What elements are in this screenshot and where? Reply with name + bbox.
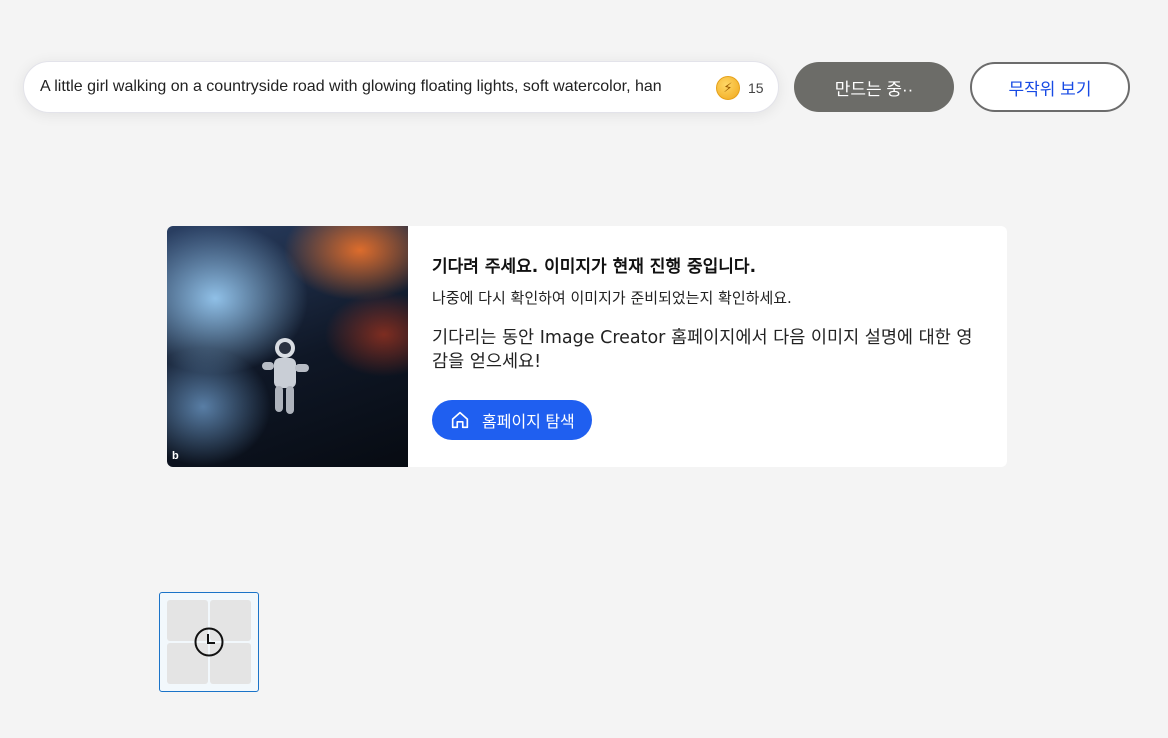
prompt-input[interactable] <box>40 62 680 112</box>
explore-button-label: 홈페이지 탐색 <box>482 414 575 431</box>
bing-watermark: b <box>172 450 179 462</box>
progress-card: b 기다려 주세요. 이미지가 현재 진행 중입니다. 나중에 다시 확인하여 … <box>167 226 1007 467</box>
lightning-bolt-coin-icon: ⚡ <box>716 76 740 100</box>
explore-homepage-button[interactable]: 홈페이지 탐색 <box>432 400 592 440</box>
clock-icon <box>194 627 224 657</box>
card-subtitle: 나중에 다시 확인하여 이미지가 준비되었는지 확인하세요. <box>432 289 792 307</box>
pending-history-item[interactable] <box>159 592 259 692</box>
astronaut-figure <box>262 338 309 414</box>
boost-count: 15 <box>748 80 764 96</box>
card-title: 기다려 주세요. 이미지가 현재 진행 중입니다. <box>432 257 757 277</box>
prompt-search-bar[interactable]: ⚡ 15 <box>23 61 779 113</box>
boost-counter[interactable]: ⚡ 15 <box>716 76 764 100</box>
create-button[interactable]: 만드는 중·· <box>794 62 954 112</box>
surprise-me-button[interactable]: 무작위 보기 <box>970 62 1130 112</box>
card-description: 기다리는 동안 Image Creator 홈페이지에서 다음 이미지 설명에 … <box>432 328 973 372</box>
sample-image: b <box>167 226 408 467</box>
home-icon <box>451 411 469 429</box>
